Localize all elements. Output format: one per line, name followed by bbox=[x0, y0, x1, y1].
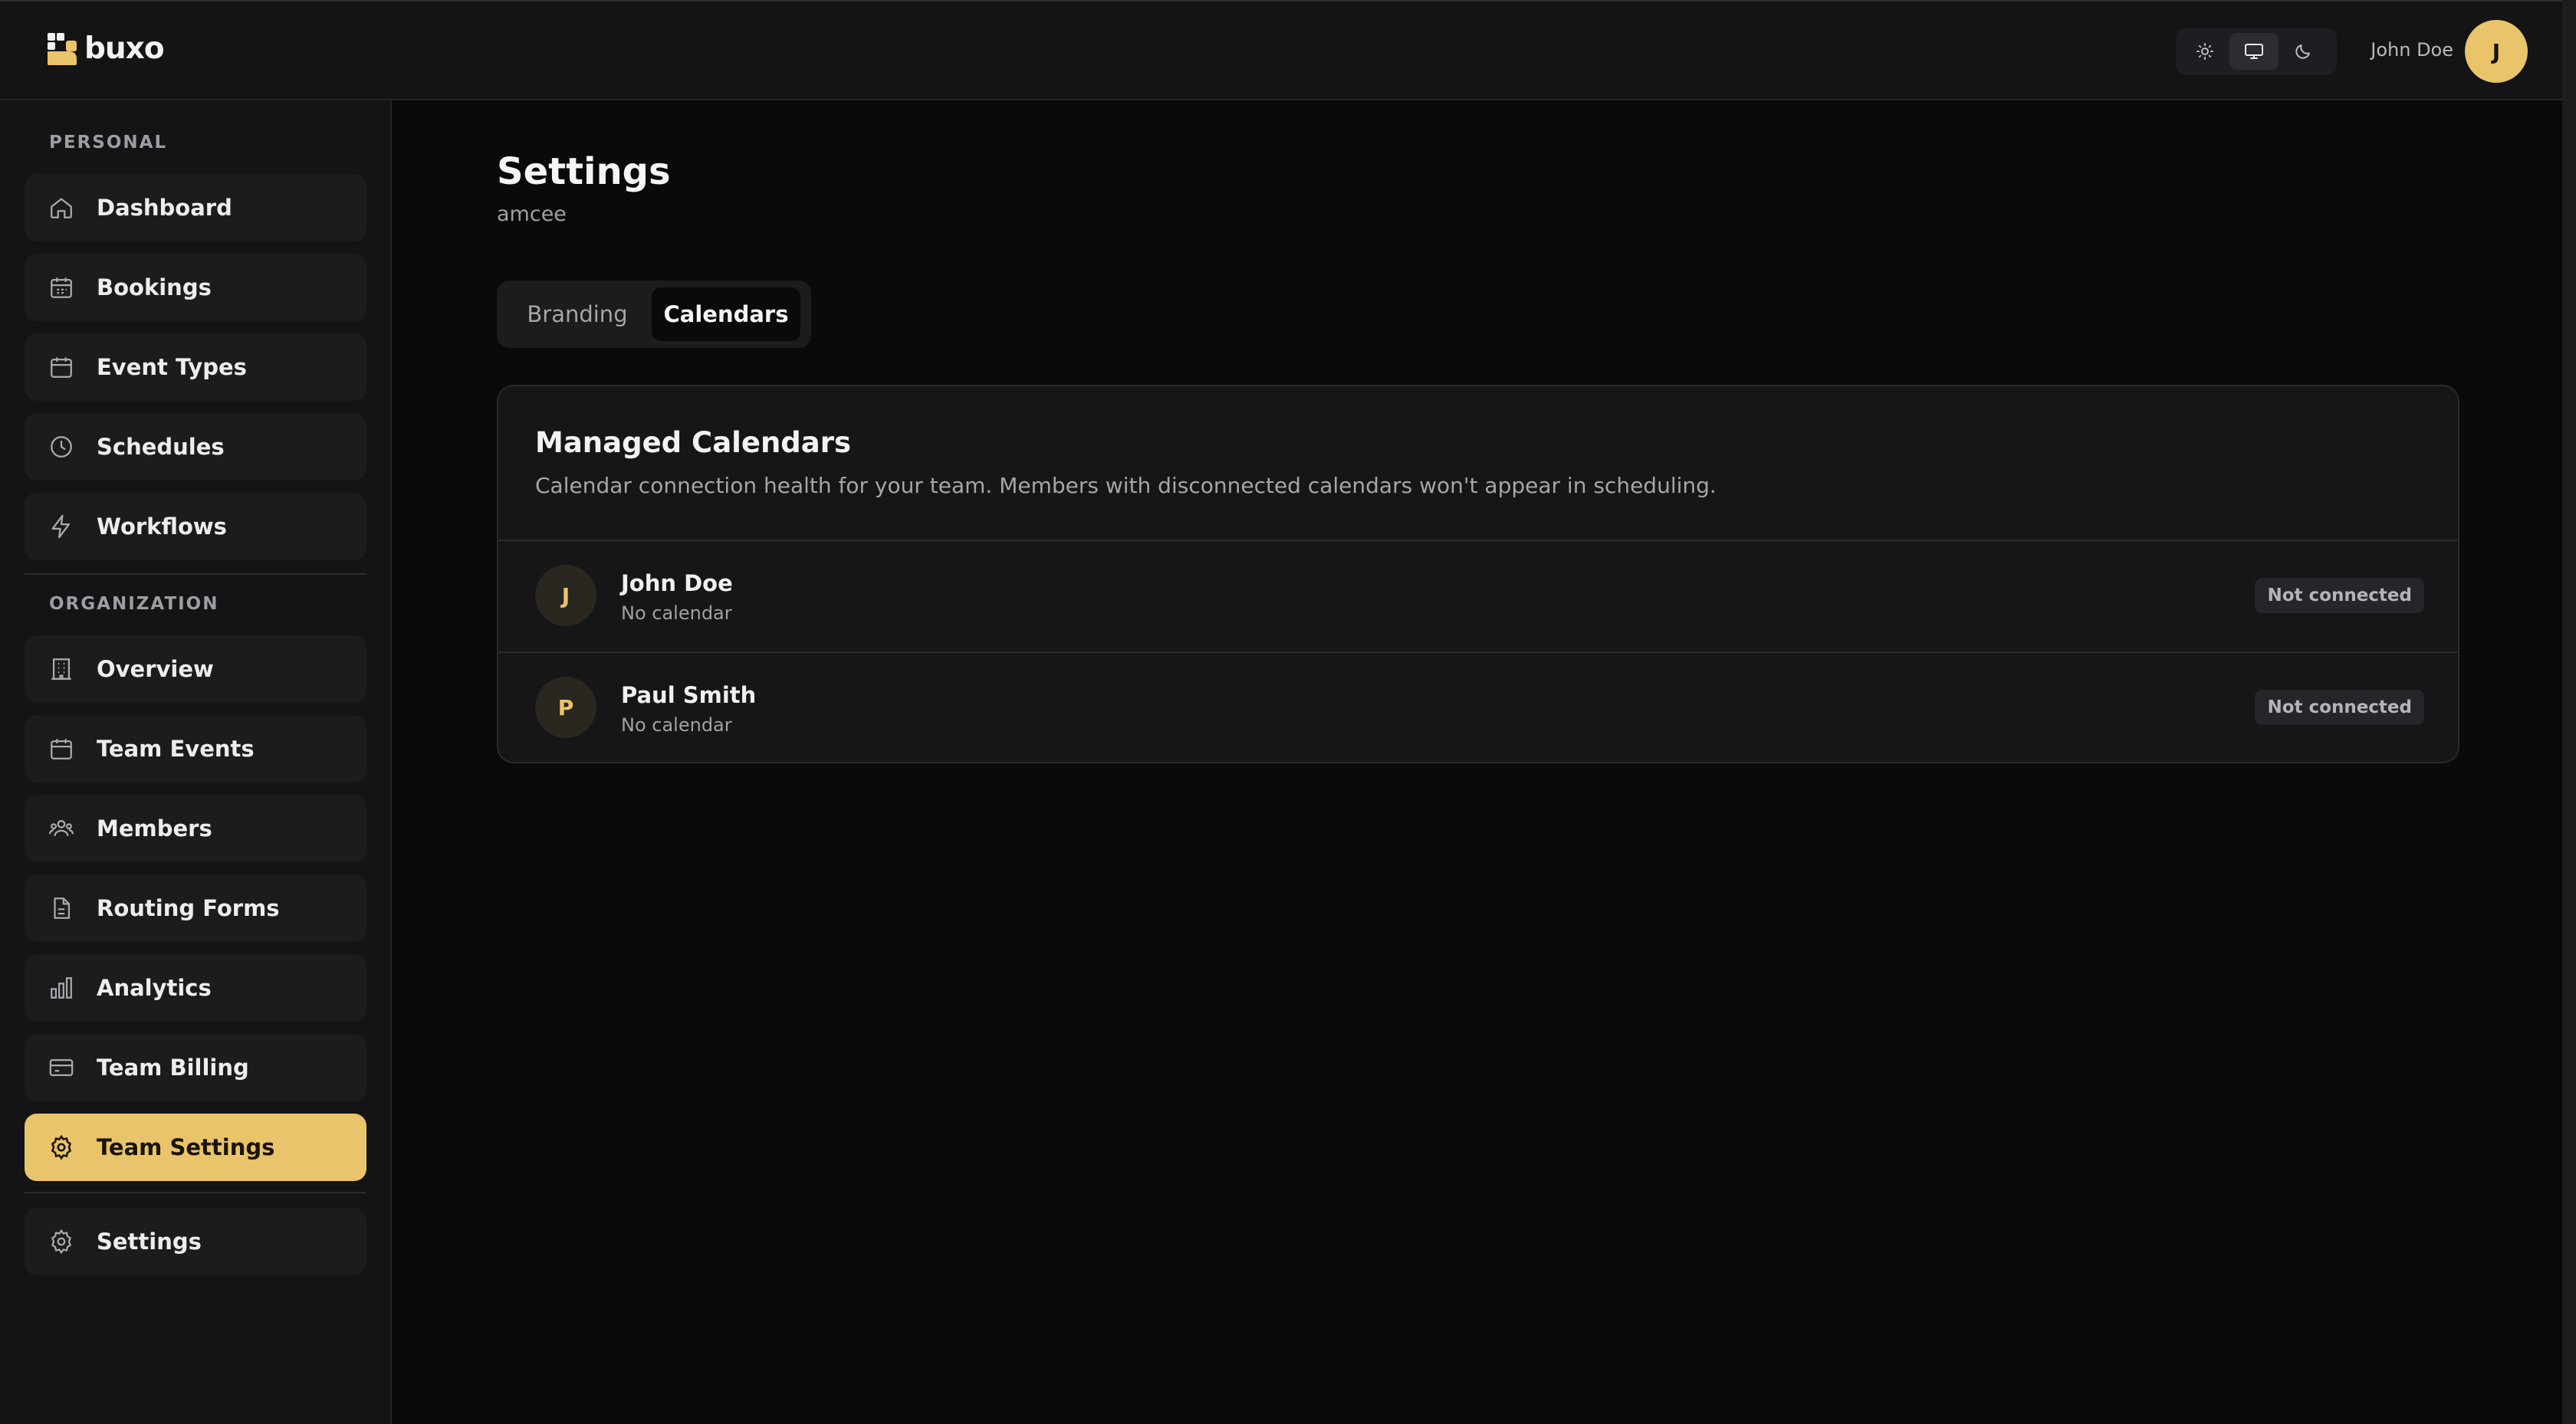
sidebar-item-team-events[interactable]: Team Events bbox=[25, 715, 366, 783]
app-root: buxo John Doe J PERSONAL Dashboard Booki… bbox=[0, 0, 2576, 1424]
tab-calendars[interactable]: Calendars bbox=[652, 287, 800, 341]
section-label-personal: PERSONAL bbox=[49, 133, 168, 153]
sidebar-item-label: Settings bbox=[97, 1229, 202, 1255]
managed-calendars-card: Managed Calendars Calendar connection he… bbox=[497, 385, 2459, 763]
calendar-icon bbox=[48, 353, 75, 381]
sidebar-item-label: Overview bbox=[97, 656, 214, 682]
page-title: Settings bbox=[497, 150, 671, 193]
member-name: Paul Smith bbox=[621, 682, 757, 708]
sidebar-item-overview[interactable]: Overview bbox=[25, 635, 366, 703]
sidebar-item-label: Event Types bbox=[97, 354, 247, 380]
calendar-icon bbox=[48, 735, 75, 763]
sidebar-item-label: Schedules bbox=[97, 434, 225, 460]
sun-icon bbox=[2196, 42, 2214, 61]
sidebar: PERSONAL Dashboard Bookings Event Types … bbox=[0, 100, 392, 1424]
sidebar-item-workflows[interactable]: Workflows bbox=[25, 493, 366, 560]
sidebar-item-label: Members bbox=[97, 815, 212, 842]
gear-icon bbox=[48, 1134, 75, 1161]
buxo-logo-icon bbox=[46, 30, 78, 67]
member-row: P Paul Smith No calendar Not connected bbox=[498, 651, 2458, 762]
sidebar-item-team-settings[interactable]: Team Settings bbox=[25, 1114, 366, 1181]
logo-text: buxo bbox=[84, 31, 165, 66]
user-avatar[interactable]: J bbox=[2465, 20, 2528, 83]
sidebar-item-label: Workflows bbox=[97, 513, 227, 540]
user-name: John Doe bbox=[2371, 39, 2453, 61]
section-label-organization: ORGANIZATION bbox=[49, 594, 219, 614]
sidebar-divider bbox=[25, 573, 366, 575]
moon-icon bbox=[2294, 42, 2312, 61]
card-title: Managed Calendars bbox=[535, 426, 852, 459]
member-avatar: J bbox=[535, 565, 596, 626]
calendar-grid-icon bbox=[48, 274, 75, 301]
sidebar-item-event-types[interactable]: Event Types bbox=[25, 333, 366, 401]
tab-branding[interactable]: Branding bbox=[503, 287, 652, 341]
sidebar-item-routing-forms[interactable]: Routing Forms bbox=[25, 874, 366, 942]
clock-icon bbox=[48, 433, 75, 461]
status-badge: Not connected bbox=[2255, 578, 2424, 613]
status-badge: Not connected bbox=[2255, 690, 2424, 725]
theme-switcher bbox=[2176, 28, 2337, 75]
scrollbar[interactable] bbox=[2562, 0, 2576, 1424]
system-mode-button[interactable] bbox=[2229, 33, 2279, 70]
page-subtitle: amcee bbox=[497, 202, 567, 226]
sidebar-item-analytics[interactable]: Analytics bbox=[25, 954, 366, 1022]
light-mode-button[interactable] bbox=[2180, 33, 2229, 70]
top-bar: buxo John Doe J bbox=[0, 0, 2562, 100]
sidebar-item-label: Analytics bbox=[97, 975, 212, 1001]
document-icon bbox=[48, 894, 75, 922]
sidebar-item-team-billing[interactable]: Team Billing bbox=[25, 1034, 366, 1101]
sidebar-item-label: Team Settings bbox=[97, 1134, 275, 1160]
dark-mode-button[interactable] bbox=[2279, 33, 2328, 70]
sidebar-item-label: Team Events bbox=[97, 736, 255, 762]
gear-icon bbox=[48, 1228, 75, 1255]
sidebar-item-label: Bookings bbox=[97, 274, 212, 300]
home-icon bbox=[48, 194, 75, 221]
sidebar-item-dashboard[interactable]: Dashboard bbox=[25, 174, 366, 241]
member-name: John Doe bbox=[621, 570, 733, 596]
sidebar-item-bookings[interactable]: Bookings bbox=[25, 254, 366, 321]
member-avatar: P bbox=[535, 677, 596, 738]
bar-chart-icon bbox=[48, 974, 75, 1002]
sidebar-item-label: Dashboard bbox=[97, 195, 232, 221]
monitor-icon bbox=[2244, 42, 2264, 61]
settings-tabs: Branding Calendars bbox=[497, 281, 811, 348]
sidebar-item-label: Team Billing bbox=[97, 1055, 249, 1081]
member-row: J John Doe No calendar Not connected bbox=[498, 540, 2458, 651]
sidebar-item-schedules[interactable]: Schedules bbox=[25, 413, 366, 481]
sidebar-divider bbox=[25, 1192, 366, 1193]
users-icon bbox=[48, 815, 75, 842]
sidebar-item-settings[interactable]: Settings bbox=[25, 1208, 366, 1275]
sidebar-item-members[interactable]: Members bbox=[25, 795, 366, 862]
credit-card-icon bbox=[48, 1054, 75, 1081]
member-calendar: No calendar bbox=[621, 714, 732, 736]
sidebar-item-label: Routing Forms bbox=[97, 895, 280, 921]
member-calendar: No calendar bbox=[621, 602, 732, 624]
building-icon bbox=[48, 655, 75, 683]
logo[interactable]: buxo bbox=[46, 29, 165, 67]
lightning-icon bbox=[48, 513, 75, 540]
card-description: Calendar connection health for your team… bbox=[535, 473, 1717, 498]
